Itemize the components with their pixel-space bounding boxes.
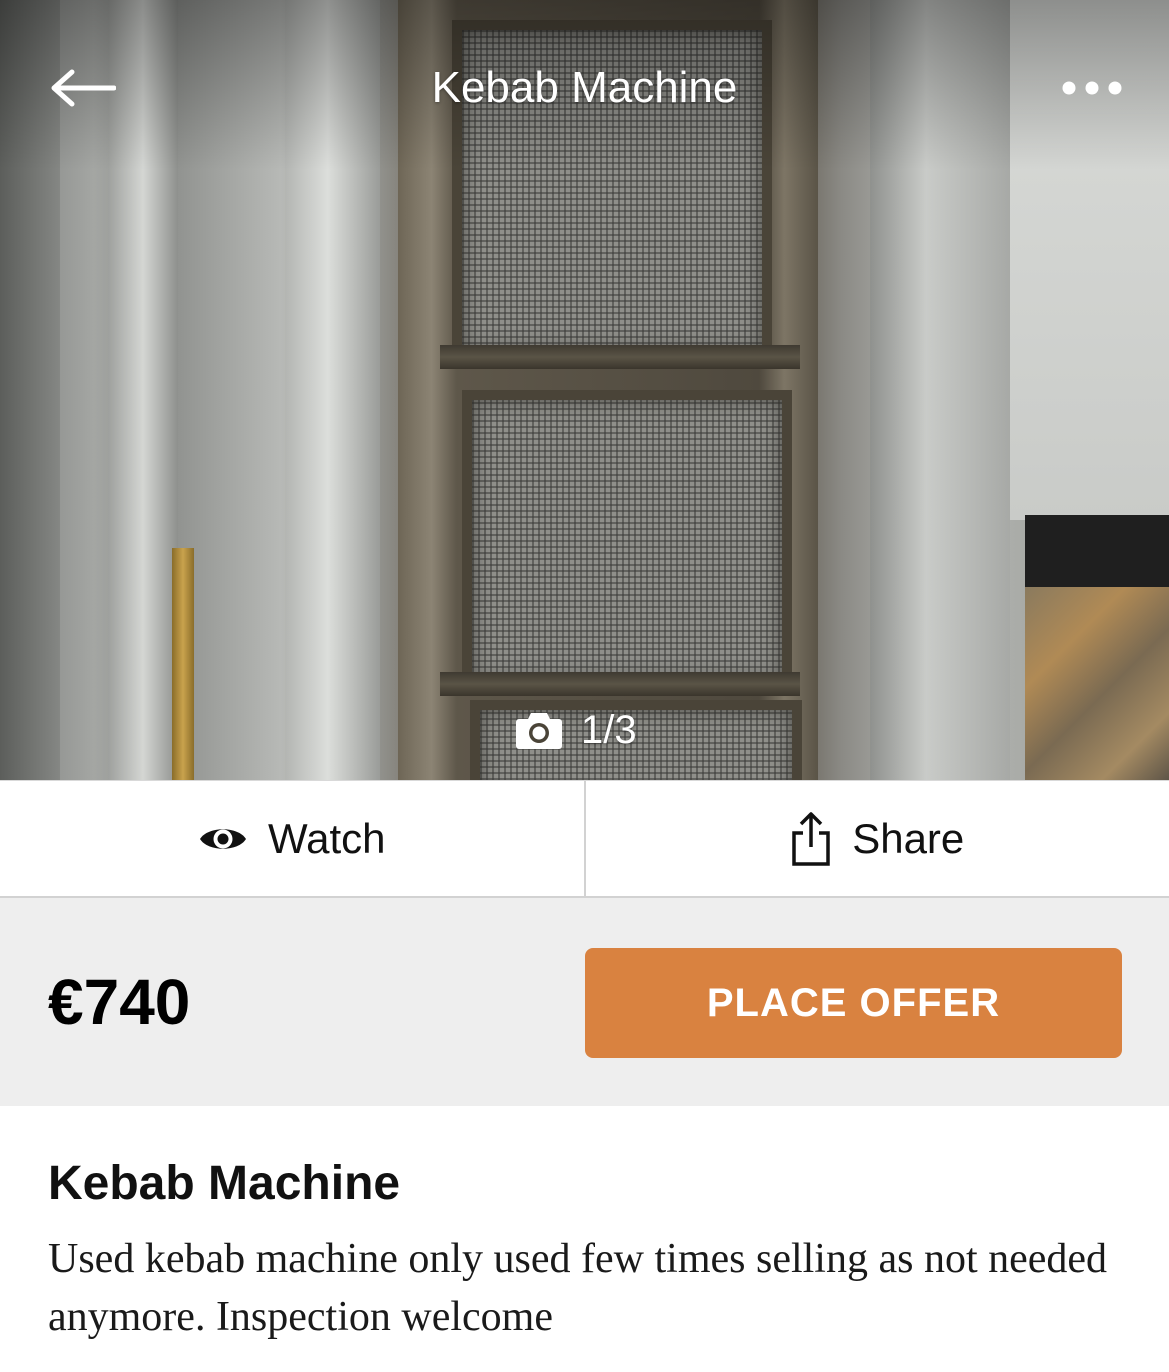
listing-details: Kebab Machine Used kebab machine only us…	[48, 1150, 1128, 1346]
back-button[interactable]	[48, 62, 118, 114]
action-row: Watch Share	[0, 780, 1169, 898]
photo-detail	[172, 548, 194, 780]
watch-label: Watch	[268, 814, 386, 862]
more-button[interactable]	[1050, 62, 1134, 114]
photo-detail	[440, 672, 800, 696]
price-bar: €740 PLACE OFFER	[0, 898, 1169, 1106]
camera-icon	[516, 713, 562, 749]
more-dots-icon	[1062, 81, 1122, 95]
photo-counter-text: 1/3	[581, 707, 637, 752]
listing-price: €740	[48, 966, 191, 1038]
share-button[interactable]: Share	[586, 781, 1169, 896]
share-label: Share	[852, 814, 965, 862]
listing-title: Kebab Machine	[48, 1157, 401, 1210]
page-title: Kebab Machine	[431, 63, 738, 112]
place-offer-button[interactable]: PLACE OFFER	[585, 948, 1122, 1058]
photo-detail	[1025, 587, 1169, 780]
photo-detail	[440, 345, 800, 369]
eye-icon	[200, 828, 247, 849]
arrow-left-icon	[51, 69, 116, 107]
listing-description: Used kebab machine only used few times s…	[48, 1236, 1108, 1340]
photo-detail	[462, 390, 792, 690]
photo-detail	[1025, 515, 1169, 587]
watch-button[interactable]: Watch	[0, 781, 586, 896]
listing-photo[interactable]: Kebab Machine 1/3	[0, 0, 1169, 780]
photo-counter: 1/3	[515, 700, 637, 760]
share-icon	[792, 811, 830, 866]
listing-page: Kebab Machine 1/3 Watch Share €740 PLACE…	[0, 0, 1169, 1372]
